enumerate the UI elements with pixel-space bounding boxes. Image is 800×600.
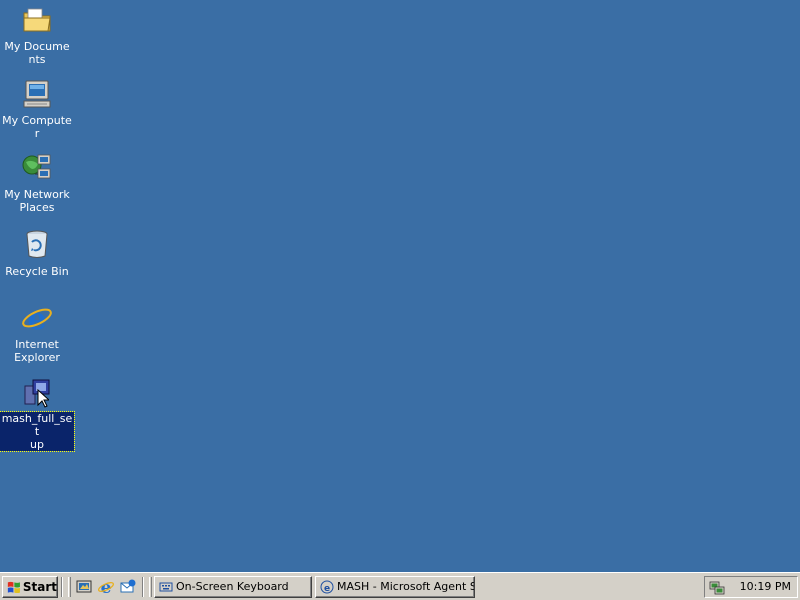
taskbar-separator (142, 576, 144, 597)
desktop-icon-mash-full-setup[interactable]: mash_full_set up (0, 376, 75, 452)
desktop-icon-label: My Documents (4, 40, 70, 66)
quick-launch-grip[interactable] (68, 576, 71, 597)
desktop-icon-my-network-places[interactable]: My Network Places (0, 152, 74, 215)
computer-icon (23, 80, 51, 108)
taskbar-separator (61, 576, 63, 597)
task-button-label: MASH - Microsoft Agent S... (337, 580, 475, 593)
folder-icon (23, 8, 51, 32)
task-button-on-screen-keyboard[interactable]: On-Screen Keyboard (154, 575, 312, 598)
installer-icon (24, 379, 50, 405)
task-area-grip[interactable] (149, 576, 152, 597)
start-button[interactable]: Start (2, 575, 58, 598)
desktop-icon-label: My Network Places (4, 188, 70, 214)
recycle-bin-icon (26, 230, 48, 258)
svg-text:e: e (324, 584, 330, 594)
keyboard-icon (159, 582, 173, 591)
task-button-mash[interactable]: e MASH - Microsoft Agent S... (315, 575, 475, 598)
desktop-icon-label: mash_full_set up (0, 411, 75, 452)
desktop-icon-recycle-bin[interactable]: Recycle Bin (0, 228, 74, 279)
desktop-icon-internet-explorer[interactable]: e Internet Explorer (0, 302, 74, 365)
desktop-icon-my-documents[interactable]: My Documents (0, 4, 74, 67)
taskbar-clock[interactable]: 10:19 PM (740, 580, 791, 593)
desktop-icon-my-computer[interactable]: My Computer (0, 78, 74, 141)
desktop-icon-label: My Computer (2, 114, 72, 140)
desktop-icon-label: Internet Explorer (14, 338, 60, 364)
network-icon (22, 154, 51, 179)
show-desktop-icon[interactable] (75, 578, 93, 596)
svg-text:e: e (27, 302, 46, 334)
desktop[interactable]: My Documents My Computer My Network Plac… (0, 0, 800, 572)
outlook-express-icon[interactable] (119, 578, 137, 596)
system-tray: 10:19 PM (704, 575, 798, 598)
start-label: Start (22, 579, 57, 594)
mash-icon: e (320, 580, 334, 594)
internet-explorer-icon[interactable]: e (97, 578, 115, 596)
svg-text:e: e (101, 578, 112, 596)
internet-explorer-icon: e (22, 302, 52, 334)
desktop-icon-label: Recycle Bin (5, 265, 69, 278)
network-tray-icon[interactable] (709, 579, 725, 595)
taskbar: Start e On-Screen Keyboard e MASH - Micr… (0, 572, 800, 600)
task-button-label: On-Screen Keyboard (176, 580, 289, 593)
windows-logo-icon (7, 581, 20, 593)
